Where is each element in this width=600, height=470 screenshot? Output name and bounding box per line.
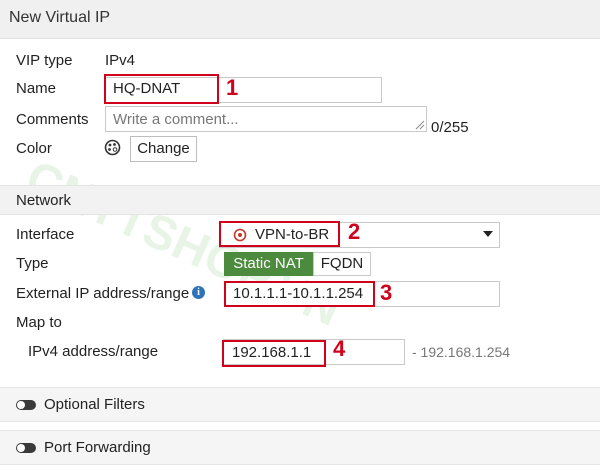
type-option-static-nat[interactable]: Static NAT xyxy=(224,252,313,276)
type-label: Type xyxy=(16,255,49,272)
ipv4-range-end: - 192.168.1.254 xyxy=(412,344,511,360)
optional-filters-section: Optional Filters xyxy=(0,387,600,422)
interface-icon xyxy=(233,228,247,242)
annotation-number-3: 3 xyxy=(380,280,393,305)
name-value: HQ-DNAT xyxy=(113,80,181,97)
port-forwarding-section: Port Forwarding xyxy=(0,430,600,465)
interface-label: Interface xyxy=(16,226,75,243)
vip-type-value: IPv4 xyxy=(105,52,136,69)
external-ip-label: External IP address/range xyxy=(16,285,190,302)
comments-counter: 0/255 xyxy=(431,119,469,136)
port-forwarding-toggle[interactable] xyxy=(16,443,36,453)
network-header-label: Network xyxy=(16,192,72,209)
chevron-down-icon[interactable] xyxy=(483,231,493,237)
vip-type-label: VIP type xyxy=(16,52,73,69)
map-to-label: Map to xyxy=(16,314,62,331)
color-label: Color xyxy=(16,140,52,157)
annotation-number-1: 1 xyxy=(226,75,239,100)
palette-icon xyxy=(104,139,121,156)
ipv4-range-label: IPv4 address/range xyxy=(28,343,159,360)
network-section-header: Network xyxy=(0,185,600,215)
change-color-button[interactable]: Change xyxy=(130,136,197,162)
name-label: Name xyxy=(16,80,57,97)
window-title: New Virtual IP xyxy=(9,9,111,26)
annotation-number-4: 4 xyxy=(333,336,346,361)
comments-label: Comments xyxy=(16,111,89,128)
external-ip-value: 10.1.1.1-10.1.1.254 xyxy=(233,285,364,302)
port-forwarding-label: Port Forwarding xyxy=(44,439,151,456)
ipv4-address-value: 192.168.1.1 xyxy=(232,344,312,361)
info-icon[interactable]: i xyxy=(192,286,205,299)
type-option-fqdn[interactable]: FQDN xyxy=(313,252,371,276)
optional-filters-label: Optional Filters xyxy=(44,396,145,413)
annotation-number-2: 2 xyxy=(348,219,361,244)
comments-placeholder: Write a comment... xyxy=(113,111,239,128)
comments-textarea[interactable]: Write a comment... xyxy=(105,106,427,132)
interface-value: VPN-to-BR xyxy=(255,226,330,243)
optional-filters-toggle[interactable] xyxy=(16,400,36,410)
resize-grip-icon[interactable] xyxy=(415,120,425,130)
title-bar: New Virtual IP xyxy=(0,0,600,39)
